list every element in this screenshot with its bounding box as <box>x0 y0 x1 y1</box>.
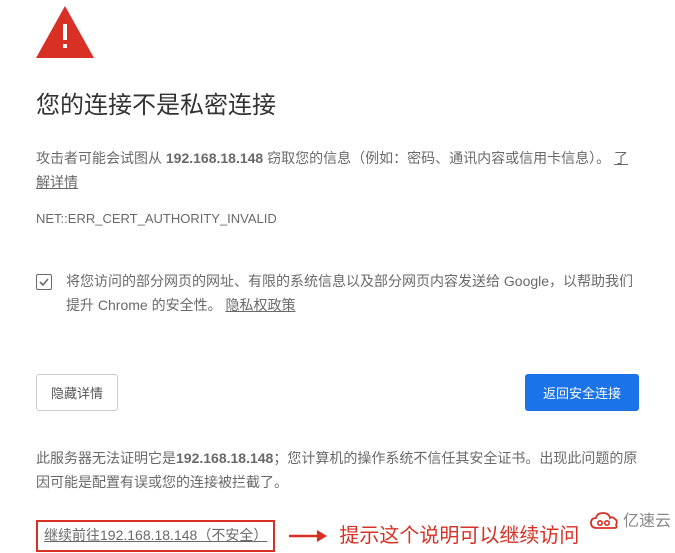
warning-icon <box>36 6 639 58</box>
annotation-text: 提示这个说明可以继续访问 <box>339 519 579 553</box>
back-to-safety-button[interactable]: 返回安全连接 <box>525 374 639 411</box>
proceed-anyway-link[interactable]: 继续前往192.168.18.148（不安全） <box>36 520 275 552</box>
arrow-icon <box>287 527 327 545</box>
details-paragraph: 此服务器无法证明它是192.168.18.148；您计算机的操作系统不信任其安全… <box>36 447 639 495</box>
button-row: 隐藏详情 返回安全连接 <box>36 374 639 411</box>
watermark-text: 亿速云 <box>623 508 671 535</box>
hide-details-button[interactable]: 隐藏详情 <box>36 374 118 411</box>
details-ip: 192.168.18.148 <box>176 450 273 466</box>
cloud-icon <box>589 510 619 532</box>
opt-in-text: 将您访问的部分网页的网址、有限的系统信息以及部分网页内容发送给 Google，以… <box>66 270 639 318</box>
privacy-policy-link[interactable]: 隐私权政策 <box>225 297 295 313</box>
opt-in-row: 将您访问的部分网页的网址、有限的系统信息以及部分网页内容发送给 Google，以… <box>36 270 639 318</box>
warning-suffix: 窃取您的信息（例如：密码、通讯内容或信用卡信息）。 <box>263 150 610 166</box>
warning-paragraph: 攻击者可能会试图从 192.168.18.148 窃取您的信息（例如：密码、通讯… <box>36 147 639 195</box>
opt-in-body: 将您访问的部分网页的网址、有限的系统信息以及部分网页内容发送给 Google，以… <box>66 273 633 313</box>
warning-ip: 192.168.18.148 <box>166 150 263 166</box>
warning-prefix: 攻击者可能会试图从 <box>36 150 166 166</box>
details-prefix: 此服务器无法证明它是 <box>36 450 176 466</box>
opt-in-checkbox[interactable] <box>36 274 52 290</box>
page-title: 您的连接不是私密连接 <box>36 86 639 127</box>
watermark: 亿速云 <box>589 508 671 535</box>
proceed-row: 继续前往192.168.18.148（不安全） 提示这个说明可以继续访问 <box>36 519 639 553</box>
error-code: NET::ERR_CERT_AUTHORITY_INVALID <box>36 208 639 230</box>
